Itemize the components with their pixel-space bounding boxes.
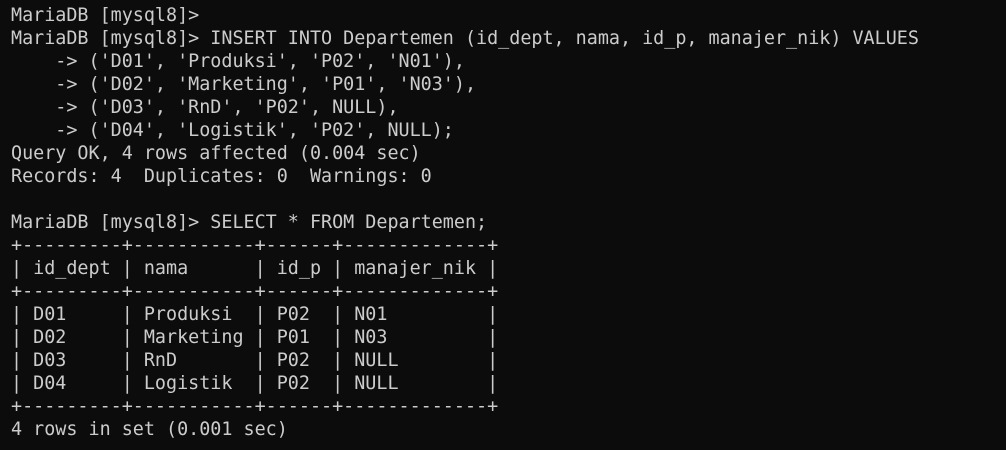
table-row: | D02 | Marketing | P01 | N03 | [11, 327, 499, 348]
prompt-line: MariaDB [mysql8]> [11, 5, 200, 26]
continuation-line: -> ('D02', 'Marketing', 'P01', 'N03'), [11, 74, 477, 95]
rows-in-set-line: 4 rows in set (0.001 sec) [11, 419, 288, 440]
table-border-line: +---------+-----------+------+----------… [11, 396, 499, 417]
terminal-window[interactable]: MariaDB [mysql8]> MariaDB [mysql8]> INSE… [0, 0, 1006, 450]
table-row: | D03 | RnD | P02 | NULL | [11, 350, 499, 371]
query-result-line: Query OK, 4 rows affected (0.004 sec) [11, 143, 421, 164]
table-row: | D04 | Logistik | P02 | NULL | [11, 373, 499, 394]
table-border-line: +---------+-----------+------+----------… [11, 235, 499, 256]
select-command-line: MariaDB [mysql8]> SELECT * FROM Departem… [11, 212, 488, 233]
table-header-row: | id_dept | nama | id_p | manajer_nik | [11, 258, 499, 279]
insert-command-line: MariaDB [mysql8]> INSERT INTO Departemen… [11, 28, 919, 49]
records-summary-line: Records: 4 Duplicates: 0 Warnings: 0 [11, 166, 432, 187]
continuation-line: -> ('D04', 'Logistik', 'P02', NULL); [11, 120, 454, 141]
continuation-line: -> ('D03', 'RnD', 'P02', NULL), [11, 97, 399, 118]
table-row: | D01 | Produksi | P02 | N01 | [11, 304, 499, 325]
table-border-line: +---------+-----------+------+----------… [11, 281, 499, 302]
continuation-line: -> ('D01', 'Produksi', 'P02', 'N01'), [11, 51, 465, 72]
